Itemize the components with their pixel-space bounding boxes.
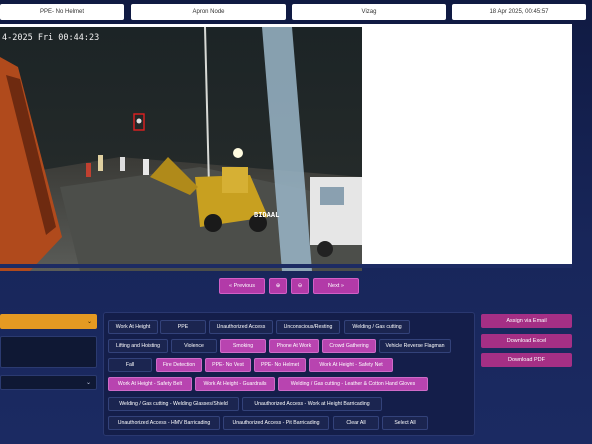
chevron-down-icon: ⌄ (86, 319, 92, 325)
tag-label: PPE- No Helmet (260, 362, 300, 368)
camera-feed-image: 4-2025 Fri 00:44:23 BIDAAL (0, 27, 362, 271)
tag-unconscious-resting[interactable]: Unconscious/Resting (276, 320, 340, 334)
datetime-field: 18 Apr 2025, 00:45:57 (452, 4, 586, 20)
tag-phone-at-work[interactable]: Phone At Work (269, 339, 319, 353)
assign-label: Assign via Email (506, 318, 547, 324)
tag-ppe-no-helmet[interactable]: PPE- No Helmet (254, 358, 306, 372)
tag-work-at-height-guardrails[interactable]: Work At Height - Guardrails (195, 377, 275, 391)
tag-label: Unauthorized Access - Work at Height Bar… (254, 401, 370, 407)
excel-label: Download Excel (506, 338, 547, 344)
tag-unauthorized-hmv-barricading[interactable]: Unauthorized Access - HMV Barricading (108, 416, 220, 430)
tag-label: Unauthorized Access (216, 324, 266, 330)
tag-ppe-no-vest[interactable]: PPE- No Vest (205, 358, 251, 372)
camera-brand-overlay: BIDAAL (254, 211, 280, 219)
previous-button[interactable]: « Previous (219, 278, 265, 294)
tag-label: Select All (394, 420, 416, 426)
node-field: Apron Node (131, 4, 286, 20)
detection-type-text: PPE- No Helmet (39, 9, 84, 15)
zoom-in-button[interactable]: ⊕ (269, 278, 287, 294)
clear-all-button[interactable]: Clear All (333, 416, 379, 430)
panel-divider (0, 264, 572, 268)
tag-label: PPE (177, 324, 189, 330)
tag-work-at-height[interactable]: Work At Height (108, 320, 158, 334)
zoom-out-button[interactable]: ⊖ (291, 278, 309, 294)
tag-label: Work At Height - Safety Belt (117, 381, 183, 387)
tag-unauthorized-work-at-height-barricading[interactable]: Unauthorized Access - Work at Height Bar… (242, 397, 382, 411)
detection-type-field: PPE- No Helmet (0, 4, 124, 20)
tag-label: Crowd Gathering (329, 343, 369, 349)
next-label: Next » (328, 283, 344, 289)
location-text: Vizag (361, 9, 377, 15)
assign-via-email-button[interactable]: Assign via Email (481, 314, 572, 328)
tag-label: Fire Detection (162, 362, 196, 368)
tag-fall[interactable]: Fall (108, 358, 152, 372)
camera-panel: 4-2025 Fri 00:44:23 BIDAAL (0, 24, 572, 271)
tag-unauthorized-pit-barricading[interactable]: Unauthorized Access - Pit Barricading (223, 416, 329, 430)
category-select[interactable]: ⌄ (0, 314, 97, 329)
tag-welding-gas-cutting[interactable]: Welding / Gas cutting (344, 320, 410, 334)
zoom-out-icon: ⊖ (297, 283, 303, 289)
tag-label: Unauthorized Access - HMV Barricading (117, 420, 211, 426)
tag-label: Welding / Gas cutting - Welding Glasses/… (119, 401, 228, 407)
tag-label: Violence (184, 343, 204, 349)
tag-label: Unauthorized Access - Pit Barricading (232, 420, 320, 426)
node-text: Apron Node (192, 9, 225, 15)
tag-label: Fall (125, 362, 135, 368)
datetime-text: 18 Apr 2025, 00:45:57 (489, 9, 549, 15)
tag-smoking[interactable]: Smoking (220, 339, 266, 353)
pdf-label: Download PDF (508, 357, 545, 363)
location-field: Vizag (292, 4, 446, 20)
previous-label: « Previous (229, 283, 255, 289)
camera-scene (0, 27, 362, 271)
tag-label: Smoking (232, 343, 254, 349)
download-excel-button[interactable]: Download Excel (481, 334, 572, 348)
tag-unauthorized-access[interactable]: Unauthorized Access (209, 320, 273, 334)
tag-violence[interactable]: Violence (171, 339, 217, 353)
tag-label: Lifting and Hoisting (115, 343, 161, 349)
tag-fire-detection[interactable]: Fire Detection (156, 358, 202, 372)
tag-work-at-height-safety-net[interactable]: Work At Height - Safety Net (309, 358, 393, 372)
tag-label: Work At Height (115, 324, 151, 330)
tag-label: Work At Height - Guardrails (203, 381, 267, 387)
status-select[interactable]: ⌄ (0, 375, 97, 390)
tag-label: PPE- No Vest (212, 362, 244, 368)
tag-ppe[interactable]: PPE (160, 320, 206, 334)
camera-timestamp-overlay: 4-2025 Fri 00:44:23 (2, 33, 100, 43)
tag-label: Work At Height - Safety Net (319, 362, 383, 368)
remarks-textarea[interactable] (0, 336, 97, 368)
download-pdf-button[interactable]: Download PDF (481, 353, 572, 367)
tag-label: Welding / Gas cutting - Leather & Cotton… (290, 381, 416, 387)
tag-work-at-height-safety-belt[interactable]: Work At Height - Safety Belt (108, 377, 192, 391)
tag-welding-hand-gloves[interactable]: Welding / Gas cutting - Leather & Cotton… (278, 377, 428, 391)
next-button[interactable]: Next » (313, 278, 359, 294)
chevron-down-icon: ⌄ (85, 380, 91, 386)
detection-tags-panel: Work At Height PPE Unauthorized Access U… (103, 312, 475, 436)
tag-welding-glasses-shield[interactable]: Welding / Gas cutting - Welding Glasses/… (108, 397, 239, 411)
tag-lifting-hoisting[interactable]: Lifting and Hoisting (108, 339, 168, 353)
tag-label: Clear All (346, 420, 366, 426)
tag-crowd-gathering[interactable]: Crowd Gathering (322, 339, 376, 353)
tag-label: Vehicle Reverse Flagman (385, 343, 445, 349)
tag-label: Phone At Work (276, 343, 312, 349)
select-all-button[interactable]: Select All (382, 416, 428, 430)
tag-label: Welding / Gas cutting (352, 324, 402, 330)
zoom-in-icon: ⊕ (275, 283, 281, 289)
tag-label: Unconscious/Resting (283, 324, 333, 330)
tag-vehicle-reverse-flagman[interactable]: Vehicle Reverse Flagman (379, 339, 451, 353)
